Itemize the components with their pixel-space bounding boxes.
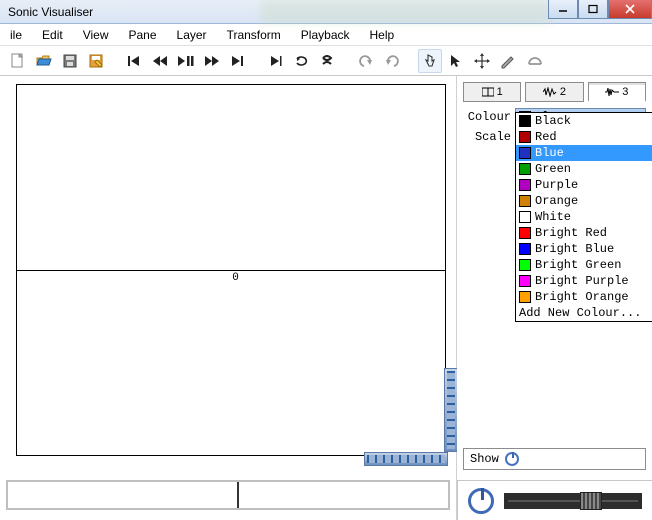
- ffwd-button[interactable]: [200, 49, 224, 73]
- move-tool-button[interactable]: [470, 49, 494, 73]
- colour-swatch-icon: [519, 147, 531, 159]
- tab-waveform[interactable]: 2: [525, 82, 583, 102]
- undo-button[interactable]: [354, 49, 378, 73]
- colour-swatch-icon: [519, 115, 531, 127]
- menu-help[interactable]: Help: [360, 25, 405, 45]
- play-selection-button[interactable]: [264, 49, 288, 73]
- tab-pane[interactable]: 1: [463, 82, 521, 102]
- play-pause-button[interactable]: [174, 49, 198, 73]
- wave-icon: [543, 87, 557, 97]
- playhead[interactable]: [237, 482, 239, 508]
- colour-option[interactable]: Green: [516, 161, 652, 177]
- tab-spectrum[interactable]: 3: [588, 82, 646, 102]
- colour-option[interactable]: White: [516, 209, 652, 225]
- minimize-button[interactable]: [548, 0, 578, 19]
- colour-dropdown-list[interactable]: BlackRedBlueGreenPurpleOrangeWhiteBright…: [515, 112, 652, 322]
- vertical-zoom-slider[interactable]: [444, 368, 458, 452]
- colour-swatch-icon: [519, 131, 531, 143]
- menu-transform[interactable]: Transform: [217, 25, 291, 45]
- redo-button[interactable]: [380, 49, 404, 73]
- close-button[interactable]: [608, 0, 652, 19]
- spectrum-icon: [605, 87, 619, 97]
- pane-icon: [482, 87, 494, 97]
- menu-playback[interactable]: Playback: [291, 25, 360, 45]
- colour-option[interactable]: Bright Purple: [516, 273, 652, 289]
- colour-swatch-icon: [519, 211, 531, 223]
- menu-file[interactable]: ile: [0, 25, 32, 45]
- menu-view[interactable]: View: [73, 25, 119, 45]
- layer-properties-panel: 1 2 3 Colour Blue ▼ Scale BlackRedBlueGr…: [457, 76, 652, 520]
- select-tool-button[interactable]: [444, 49, 468, 73]
- colour-option[interactable]: Bright Green: [516, 257, 652, 273]
- colour-option[interactable]: Orange: [516, 193, 652, 209]
- menu-bar: ile Edit View Pane Layer Transform Playb…: [0, 24, 652, 46]
- toolbar: [0, 46, 652, 76]
- horizontal-zoom-slider[interactable]: [364, 452, 448, 466]
- draw-tool-button[interactable]: [496, 49, 520, 73]
- save-as-button[interactable]: [84, 49, 108, 73]
- zero-label: 0: [232, 272, 239, 284]
- colour-option[interactable]: Bright Blue: [516, 241, 652, 257]
- ffwd-end-button[interactable]: [226, 49, 250, 73]
- colour-option[interactable]: Bright Red: [516, 225, 652, 241]
- overview-pane[interactable]: [6, 480, 450, 510]
- playback-controls-footer: [457, 480, 652, 520]
- layer-tabs: 1 2 3: [463, 82, 646, 102]
- menu-edit[interactable]: Edit: [32, 25, 73, 45]
- colour-swatch-icon: [519, 259, 531, 271]
- colour-swatch-icon: [519, 291, 531, 303]
- playback-speed-dial[interactable]: [468, 488, 494, 514]
- colour-swatch-icon: [519, 243, 531, 255]
- show-label: Show: [470, 452, 499, 466]
- navigate-tool-button[interactable]: [418, 49, 442, 73]
- colour-option[interactable]: Bright Orange: [516, 289, 652, 305]
- erase-tool-button[interactable]: [522, 49, 546, 73]
- add-new-colour-option[interactable]: Add New Colour...: [516, 305, 652, 321]
- open-button[interactable]: [32, 49, 56, 73]
- scale-label: Scale: [463, 130, 511, 144]
- colour-swatch-icon: [519, 227, 531, 239]
- rewind-button[interactable]: [148, 49, 172, 73]
- zero-axis: [17, 270, 445, 271]
- colour-option[interactable]: Blue: [516, 145, 652, 161]
- colour-option[interactable]: Purple: [516, 177, 652, 193]
- show-dial-icon[interactable]: [505, 452, 519, 466]
- colour-label: Colour: [463, 110, 511, 124]
- menu-layer[interactable]: Layer: [167, 25, 217, 45]
- colour-swatch-icon: [519, 275, 531, 287]
- rewind-start-button[interactable]: [122, 49, 146, 73]
- colour-swatch-icon: [519, 179, 531, 191]
- show-layer-box[interactable]: Show: [463, 448, 646, 470]
- save-button[interactable]: [58, 49, 82, 73]
- colour-swatch-icon: [519, 195, 531, 207]
- menu-pane[interactable]: Pane: [119, 25, 167, 45]
- title-bar: Sonic Visualiser: [0, 0, 652, 24]
- pane-area: 0: [0, 76, 457, 520]
- colour-swatch-icon: [519, 163, 531, 175]
- app-title: Sonic Visualiser: [8, 5, 93, 19]
- maximize-button[interactable]: [578, 0, 608, 19]
- waveform-canvas[interactable]: 0: [16, 84, 446, 456]
- colour-option[interactable]: Red: [516, 129, 652, 145]
- new-session-button[interactable]: [6, 49, 30, 73]
- colour-option[interactable]: Black: [516, 113, 652, 129]
- play-loop-button[interactable]: [290, 49, 314, 73]
- solo-button[interactable]: [316, 49, 340, 73]
- volume-fader[interactable]: [504, 493, 642, 509]
